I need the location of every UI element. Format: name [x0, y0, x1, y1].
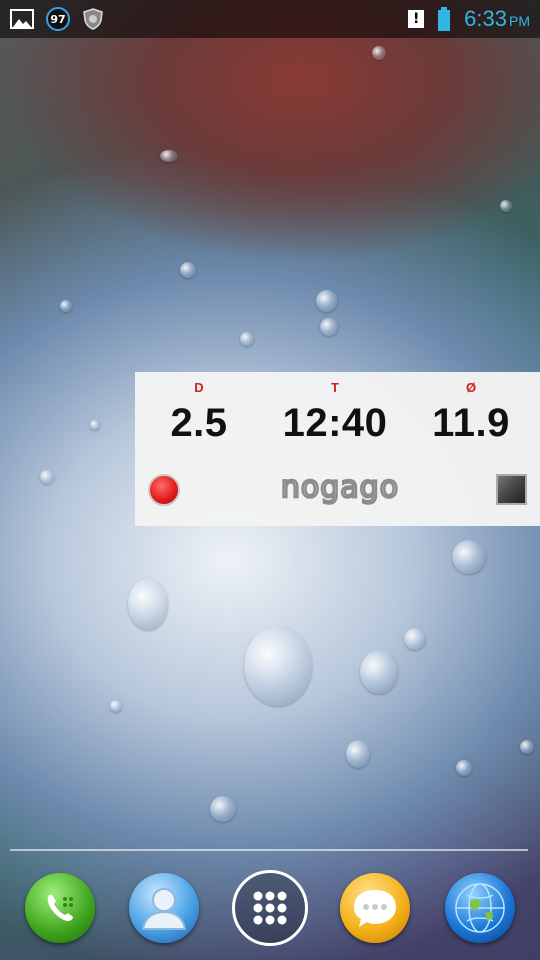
average-label: Ø [465, 380, 477, 395]
average-column: Ø 11.9 [411, 380, 531, 446]
status-bar[interactable]: 97 ! 6:33 PM [0, 0, 540, 38]
time-value: 12:40 [282, 401, 388, 445]
time-label: T [331, 380, 339, 395]
time-column: T 12:40 [275, 380, 395, 446]
clock-ampm: PM [509, 13, 530, 29]
alert-icon: ! [408, 10, 425, 28]
distance-label: D [194, 380, 204, 395]
distance-value: 2.5 [170, 401, 228, 445]
clock-time: 6:33 [464, 6, 507, 31]
distance-column: D 2.5 [139, 380, 259, 446]
shield-icon [83, 8, 103, 30]
nogago-widget[interactable]: D 2.5 T 12:40 Ø 11.9 nogago [135, 372, 540, 526]
messaging-icon[interactable] [340, 873, 410, 943]
dock-divider [10, 849, 528, 851]
record-button[interactable] [148, 474, 180, 506]
browser-icon[interactable] [445, 873, 515, 943]
phone-icon[interactable] [25, 873, 95, 943]
stop-button[interactable] [496, 474, 527, 505]
apps-grid-icon[interactable] [232, 870, 308, 946]
nogago-logo: nogago [255, 470, 425, 506]
clock: 6:33 PM [464, 6, 530, 32]
notification-count-icon: 97 [46, 7, 70, 31]
gallery-icon [10, 9, 34, 29]
battery-icon [438, 7, 451, 31]
nogago-logo-text: nogago [281, 470, 399, 505]
contacts-icon[interactable] [129, 873, 199, 943]
average-value: 11.9 [432, 401, 510, 445]
